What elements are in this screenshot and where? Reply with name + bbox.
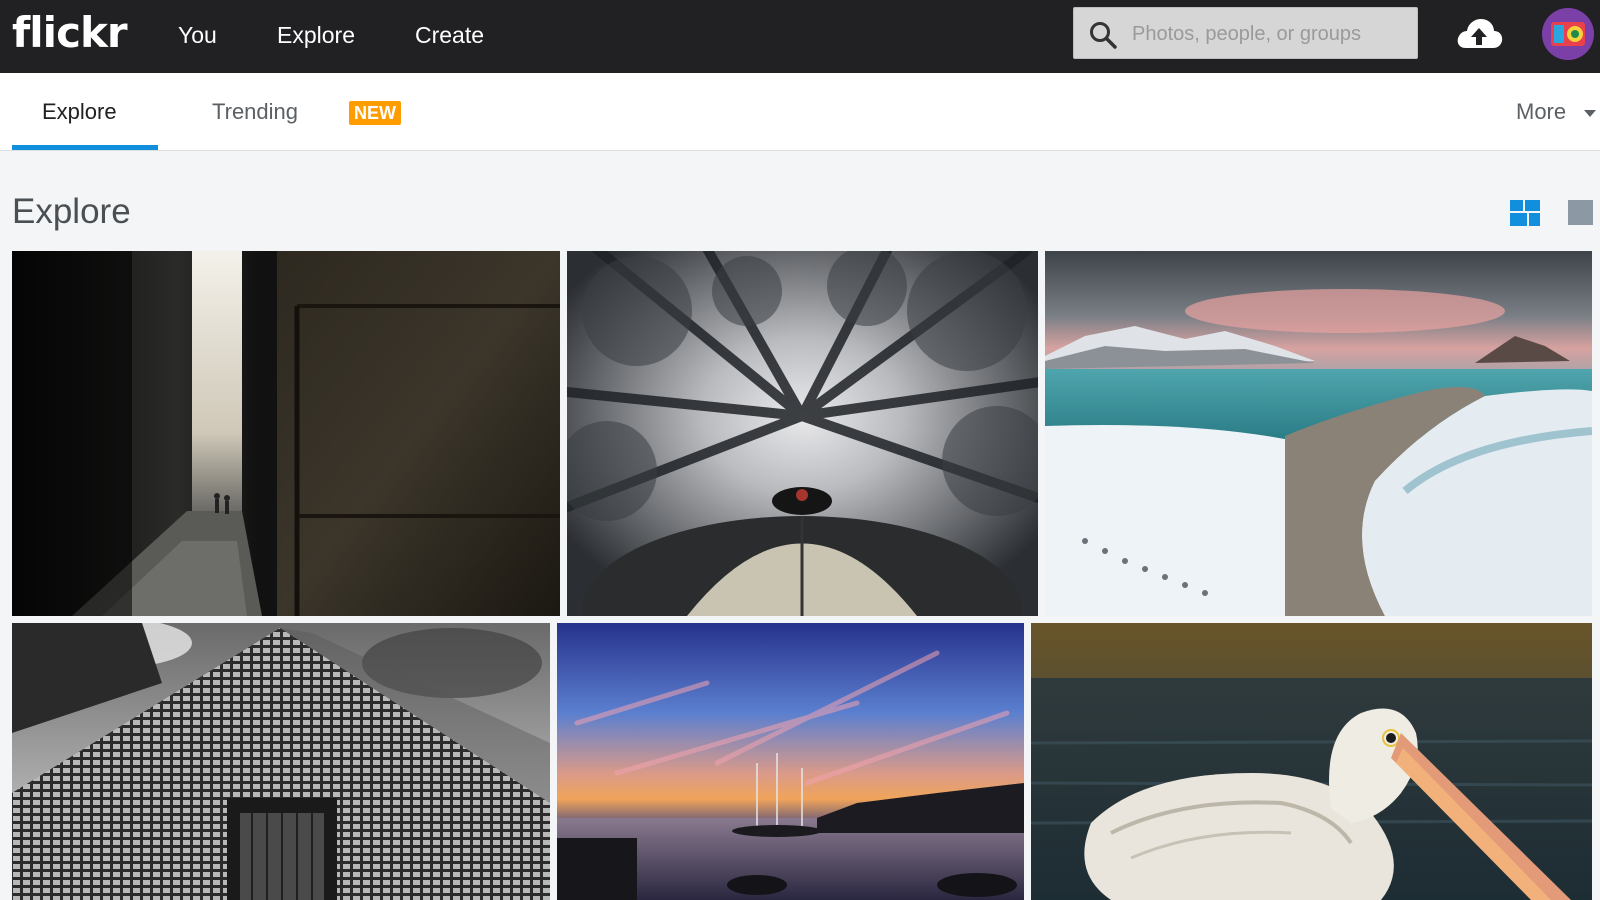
search-input[interactable]: [1130, 18, 1410, 50]
chevron-down-icon[interactable]: [1584, 110, 1596, 117]
active-tab-indicator: [12, 145, 158, 150]
cloud-upload-icon[interactable]: [1454, 14, 1504, 54]
single-view-icon[interactable]: [1568, 200, 1593, 225]
nav-create[interactable]: Create: [415, 20, 484, 50]
nav-explore[interactable]: Explore: [277, 20, 355, 50]
search-icon: [1090, 22, 1117, 49]
search-box[interactable]: [1073, 7, 1418, 59]
tab-trending[interactable]: Trending: [212, 97, 298, 127]
photo-tile[interactable]: [567, 251, 1038, 616]
tab-explore[interactable]: Explore: [42, 97, 117, 127]
user-avatar[interactable]: [1542, 8, 1594, 60]
snowy-beach-photo: [1045, 251, 1592, 616]
photo-tile[interactable]: [1031, 623, 1592, 900]
harbor-sunset-photo: [557, 623, 1024, 900]
photo-tile[interactable]: [557, 623, 1024, 900]
pelican-photo: [1031, 623, 1592, 900]
more-menu[interactable]: More: [1516, 97, 1566, 127]
flickr-logo[interactable]: flickr: [12, 8, 128, 58]
nav-you[interactable]: You: [178, 20, 217, 50]
avatar-image-icon: [1542, 8, 1594, 60]
new-badge: NEW: [349, 101, 401, 125]
alley-photo: [12, 251, 560, 616]
skyscraper-photo: [12, 623, 550, 900]
photo-tile[interactable]: [12, 251, 560, 616]
sub-navigation: Explore Trending NEW More: [0, 73, 1600, 151]
top-header: flickr You Explore Create: [0, 0, 1600, 73]
photo-tile[interactable]: [12, 623, 550, 900]
justified-view-icon[interactable]: [1510, 200, 1540, 226]
forest-canopy-photo: [567, 251, 1038, 616]
page-title: Explore: [12, 192, 131, 231]
photo-tile[interactable]: [1045, 251, 1592, 616]
